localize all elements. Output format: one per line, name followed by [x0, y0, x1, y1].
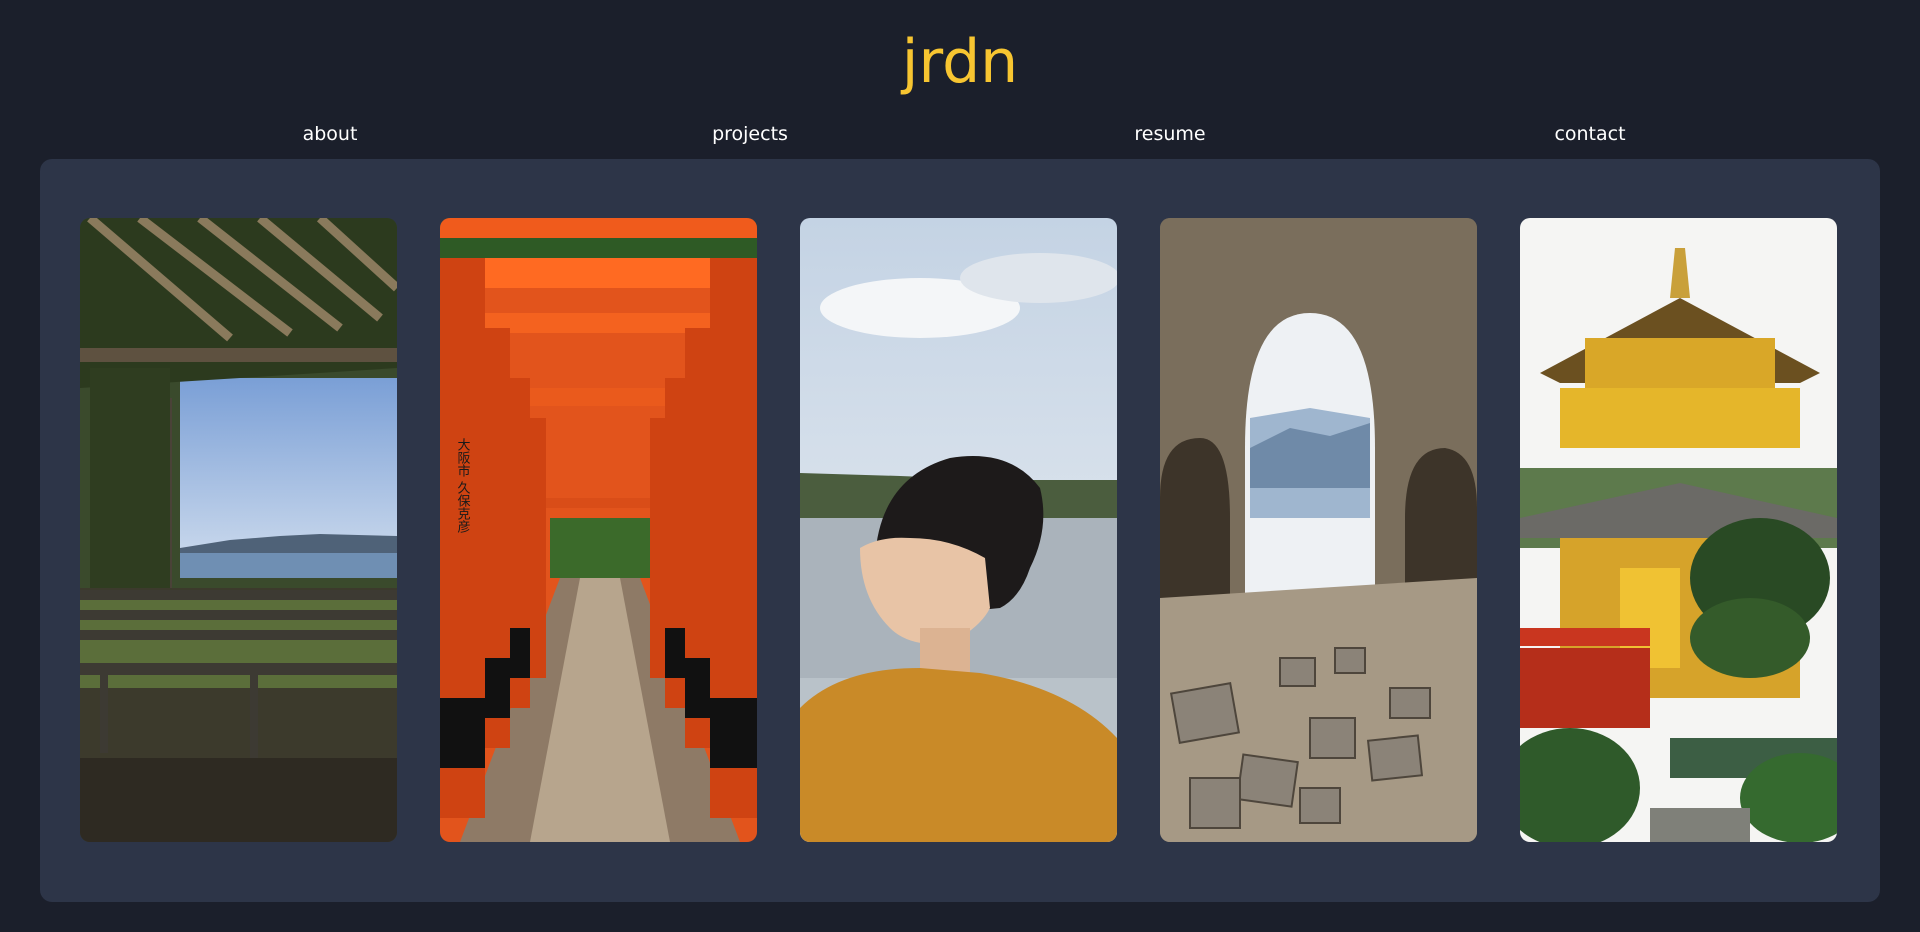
nav-about-link[interactable]: about	[230, 118, 430, 150]
site-title[interactable]: jrdn	[0, 22, 1920, 102]
nav-projects-link[interactable]: projects	[650, 118, 850, 150]
nav-contact-link[interactable]: contact	[1490, 118, 1690, 150]
nav-resume-link[interactable]: resume	[1070, 118, 1270, 150]
torii-inscription: 大阪市 久保克彦	[455, 438, 471, 534]
gallery-panel: 大阪市 久保克彦	[40, 159, 1880, 902]
photo-golden-pavilion[interactable]	[1520, 218, 1837, 842]
torii-gates-photo: 大阪市 久保克彦	[440, 218, 757, 842]
photo-torii-gates[interactable]: 大阪市 久保克彦	[440, 218, 757, 842]
site-header: jrdn about projects resume contact	[0, 0, 1920, 160]
photo-pergola-bench[interactable]	[80, 218, 397, 842]
photo-stone-arch-ruins[interactable]	[1160, 218, 1477, 842]
pergola-bench-photo	[80, 218, 397, 842]
main-nav: about projects resume contact	[0, 118, 1920, 150]
stone-arch-ruins-photo	[1160, 218, 1477, 842]
photo-portrait[interactable]	[800, 218, 1117, 842]
portrait-photo	[800, 218, 1117, 842]
golden-pavilion-photo	[1520, 218, 1837, 842]
